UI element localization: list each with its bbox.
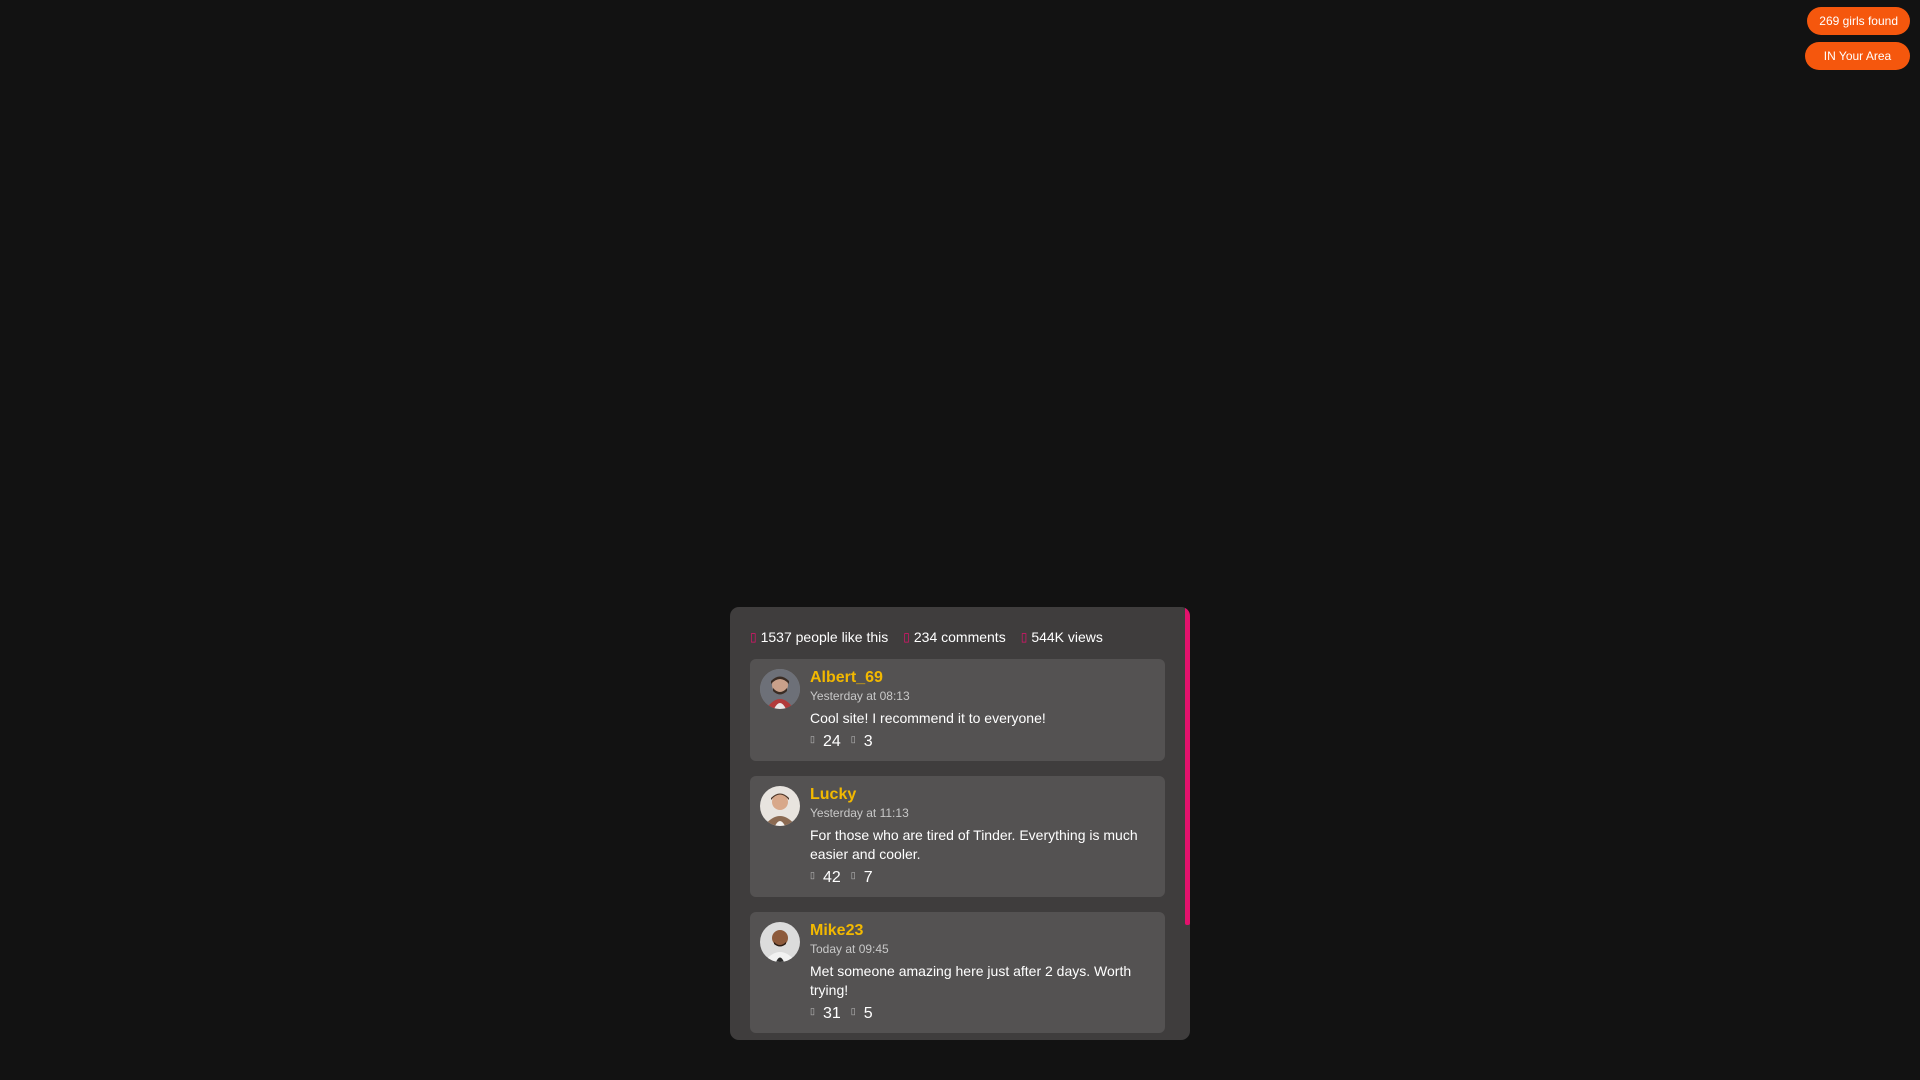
comment-item: Mike23 Today at 09:45 Met someone amazin… bbox=[750, 912, 1165, 1033]
avatar[interactable] bbox=[760, 786, 800, 826]
comment-item: Albert_69 Yesterday at 08:13 Cool site! … bbox=[750, 659, 1165, 761]
thumbs-down-icon: ▯ bbox=[850, 734, 856, 744]
comment-icon: ▯ bbox=[903, 630, 910, 644]
like-count: 42 bbox=[822, 869, 841, 886]
thumbs-up-icon: ▯ bbox=[810, 734, 815, 744]
comment-votes: ▯ 24 ▯ 3 bbox=[810, 733, 1155, 751]
thumbs-down-icon: ▯ bbox=[850, 870, 856, 880]
dislike-count: 5 bbox=[863, 1005, 873, 1022]
thumbs-down-icon: ▯ bbox=[850, 1006, 856, 1016]
likes-stat: ▯ 1537 people like this bbox=[750, 629, 888, 645]
comment-text: Met someone amazing here just after 2 da… bbox=[810, 963, 1132, 998]
dislike-button[interactable]: ▯ 7 bbox=[851, 869, 873, 887]
comments-count: 234 comments bbox=[913, 629, 1006, 645]
dislike-button[interactable]: ▯ 5 bbox=[851, 1005, 873, 1023]
heart-icon: ▯ bbox=[750, 630, 757, 644]
like-count: 31 bbox=[822, 1005, 841, 1022]
comment-text: Cool site! I recommend it to everyone! bbox=[810, 710, 1046, 726]
like-button[interactable]: ▯ 31 bbox=[810, 1005, 841, 1023]
in-your-area-badge[interactable]: IN Your Area bbox=[1805, 42, 1910, 70]
like-count: 24 bbox=[822, 733, 841, 750]
post-stats: ▯ 1537 people like this ▯ 234 comments ▯… bbox=[750, 629, 1103, 645]
scrollbar[interactable] bbox=[1185, 607, 1190, 925]
comment-username[interactable]: Albert_69 bbox=[810, 669, 1155, 687]
like-button[interactable]: ▯ 42 bbox=[810, 869, 841, 887]
likes-count: 1537 people like this bbox=[760, 629, 889, 645]
comments-panel: ▯ 1537 people like this ▯ 234 comments ▯… bbox=[730, 607, 1190, 1040]
comment-username[interactable]: Mike23 bbox=[810, 922, 1155, 940]
dislike-count: 3 bbox=[863, 733, 873, 750]
views-count: 544K views bbox=[1031, 629, 1103, 645]
avatar[interactable] bbox=[760, 922, 800, 962]
comment-time: Today at 09:45 bbox=[810, 942, 889, 956]
thumbs-up-icon: ▯ bbox=[810, 870, 815, 880]
eye-icon: ▯ bbox=[1020, 630, 1028, 644]
comment-time: Yesterday at 08:13 bbox=[810, 689, 910, 703]
dislike-button[interactable]: ▯ 3 bbox=[851, 733, 873, 751]
comment-votes: ▯ 31 ▯ 5 bbox=[810, 1005, 1155, 1023]
comment-item: Lucky Yesterday at 11:13 For those who a… bbox=[750, 776, 1165, 897]
views-stat: ▯ 544K views bbox=[1021, 629, 1103, 645]
like-button[interactable]: ▯ 24 bbox=[810, 733, 841, 751]
girls-found-badge[interactable]: 269 girls found bbox=[1807, 7, 1910, 35]
dislike-count: 7 bbox=[863, 869, 873, 886]
top-right-badges: 269 girls found IN Your Area bbox=[1805, 7, 1910, 70]
comment-time: Yesterday at 11:13 bbox=[810, 806, 909, 820]
thumbs-up-icon: ▯ bbox=[810, 1006, 815, 1016]
comments-stat: ▯ 234 comments bbox=[903, 629, 1005, 645]
comment-votes: ▯ 42 ▯ 7 bbox=[810, 869, 1155, 887]
comment-username[interactable]: Lucky bbox=[810, 786, 1155, 804]
comment-text: For those who are tired of Tinder. Every… bbox=[810, 827, 1138, 862]
comment-list: Albert_69 Yesterday at 08:13 Cool site! … bbox=[750, 659, 1165, 1033]
avatar[interactable] bbox=[760, 669, 800, 709]
